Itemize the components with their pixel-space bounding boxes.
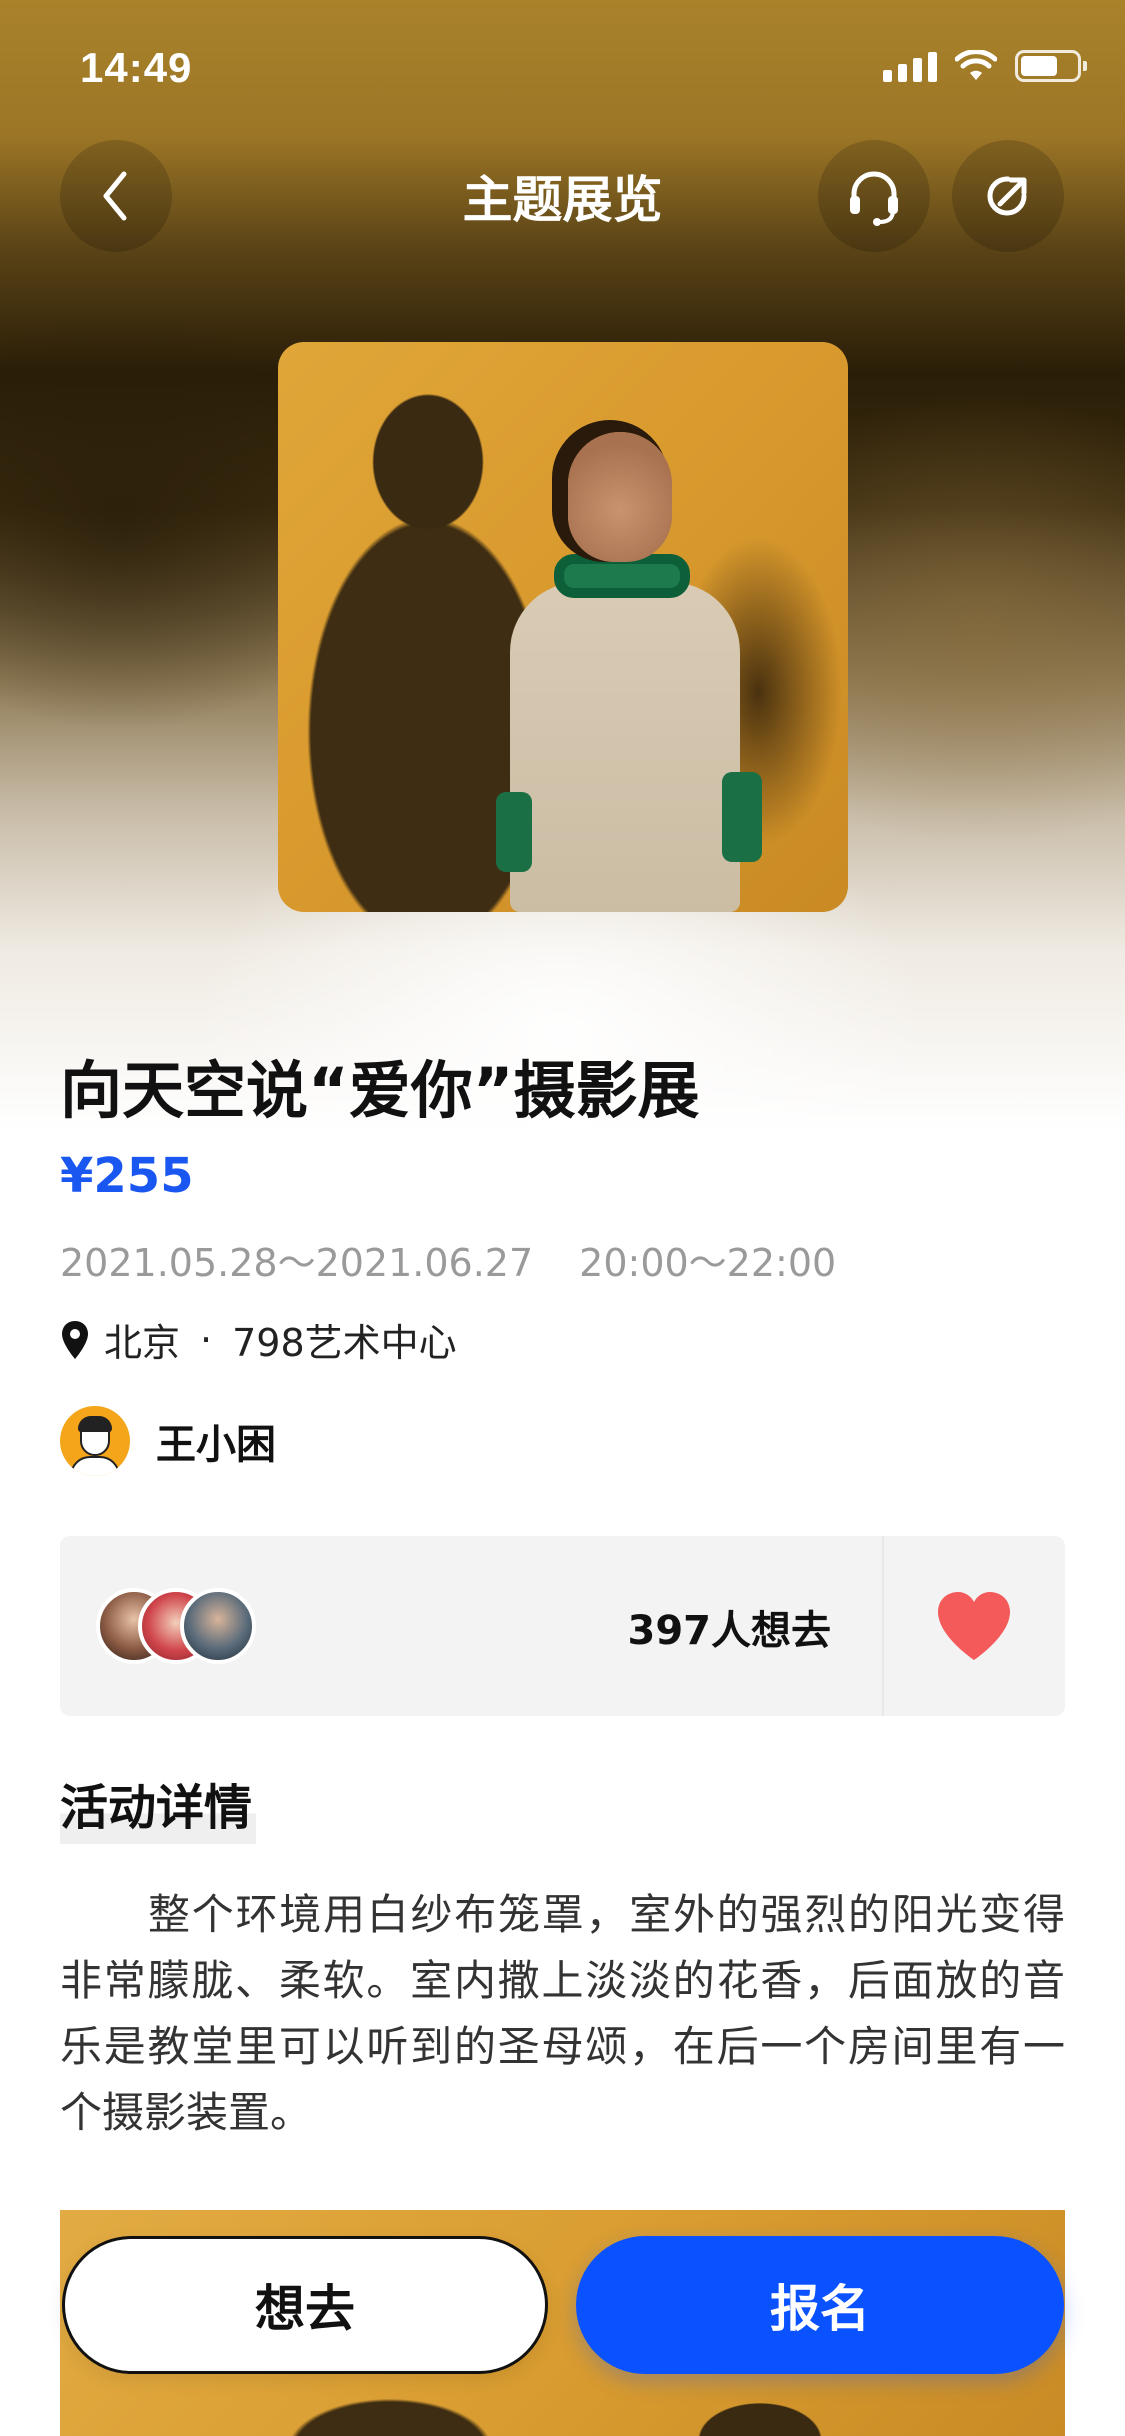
details-section-title: 活动详情 — [60, 1768, 257, 1844]
details-description: 整个环境用白纱布笼罩，室外的强烈的阳光变得非常朦胧、柔软。室内撒上淡淡的花香，后… — [60, 1890, 1065, 2137]
interest-card[interactable]: 397人想去 — [60, 1536, 1065, 1716]
event-datetime: 2021.05.28～2021.06.27 20:00～22:00 — [60, 1232, 836, 1287]
organizer-name: 王小困 — [156, 1422, 276, 1468]
poster-figure — [496, 432, 770, 912]
location-separator: · — [200, 1317, 213, 1362]
location-pin-icon — [62, 1320, 88, 1359]
event-date-range: 2021.05.28～2021.06.27 — [60, 1241, 534, 1285]
share-icon — [987, 176, 1027, 216]
signal-icon — [883, 50, 937, 82]
status-bar: 14:49 — [0, 0, 1125, 132]
location-venue: 798艺术中心 — [232, 1321, 457, 1365]
organizer[interactable]: 王小困 — [60, 1406, 276, 1476]
event-poster[interactable] — [278, 342, 848, 912]
wifi-icon — [955, 50, 997, 80]
event-location[interactable]: 北京 · 798艺术中心 — [60, 1312, 457, 1367]
event-title: 向天空说“爱你”摄影展 — [60, 1054, 700, 1127]
share-button[interactable] — [952, 140, 1064, 252]
interest-count: 397人想去 — [627, 1608, 832, 1654]
interested-avatars — [96, 1588, 256, 1664]
event-time-range: 20:00～22:00 — [579, 1241, 837, 1285]
customer-service-button[interactable] — [818, 140, 930, 252]
event-price: ¥255 — [60, 1148, 194, 1204]
want-to-go-button[interactable]: 想去 — [62, 2236, 548, 2374]
status-time: 14:49 — [80, 44, 193, 91]
headset-icon — [850, 171, 898, 226]
battery-icon — [1015, 50, 1087, 82]
signup-button[interactable]: 报名 — [576, 2236, 1064, 2374]
location-city: 北京 — [104, 1321, 181, 1365]
organizer-avatar — [60, 1406, 130, 1476]
heart-icon — [937, 1592, 1010, 1660]
avatar — [180, 1588, 256, 1664]
status-icons — [883, 50, 1087, 82]
favorite-button[interactable] — [882, 1536, 1065, 1716]
